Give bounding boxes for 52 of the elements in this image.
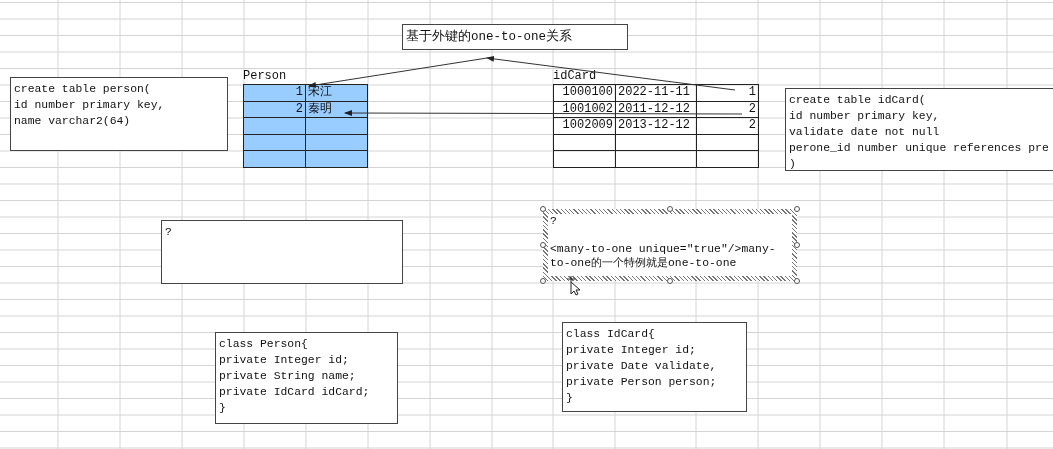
table-cell: 1002009 xyxy=(554,118,616,135)
text-line: private Integer id; xyxy=(219,353,350,368)
table-cell: 1 xyxy=(244,85,306,102)
resize-handle[interactable] xyxy=(794,206,800,212)
resize-handle[interactable] xyxy=(540,278,546,284)
title-box[interactable]: 基于外键的one-to-one关系 xyxy=(402,24,628,50)
text-line: private Person person; xyxy=(566,375,718,390)
selected-text-box[interactable]: ? <many-to-one unique="true"/>many- to-one的一个特例就是one-to-one xyxy=(543,209,797,281)
text-box[interactable]: create table idCard( id number primary key, validate date not null perone_id number unique references pre ) xyxy=(785,88,1053,171)
text-line: id number primary key, xyxy=(14,98,166,113)
text-box[interactable]: create table person( id number primary key, name varchar2(64) xyxy=(10,77,228,151)
empty-cell xyxy=(697,151,759,168)
text-line: create table idCard( xyxy=(789,93,927,108)
text-line: class Person{ xyxy=(219,337,309,352)
text-line: <many-to-one unique="true"/>many- xyxy=(550,241,777,256)
table-cell: 1000100 xyxy=(554,85,616,102)
table-caption: Person xyxy=(243,68,288,84)
resize-handle[interactable] xyxy=(794,278,800,284)
table-cell: 2013-12-12 xyxy=(616,118,697,135)
text-line: } xyxy=(219,401,227,416)
empty-cell xyxy=(697,134,759,151)
text-box[interactable]: ? xyxy=(161,220,403,284)
table-caption: idCard xyxy=(553,68,598,84)
resize-handle[interactable] xyxy=(540,242,546,248)
table-cell: 1001002 xyxy=(554,101,616,118)
table-cell: 2011-12-12 xyxy=(616,101,697,118)
text-line: private String name; xyxy=(219,369,357,384)
text-line: private Date validate, xyxy=(566,359,718,374)
text-line: validate date not null xyxy=(789,125,941,140)
text-box[interactable]: class Person{ private Integer id; private String name; private IdCard idCard; } xyxy=(215,332,398,424)
table-cell: 2 xyxy=(697,101,759,118)
text-line: private IdCard idCard; xyxy=(219,385,371,400)
cursor-icon xyxy=(566,276,582,296)
text-line: } xyxy=(566,391,574,406)
resize-handle[interactable] xyxy=(667,278,673,284)
table-cell: 1 xyxy=(697,85,759,102)
text-line: id number primary key, xyxy=(789,109,941,124)
text-line: name varchar2(64) xyxy=(14,114,132,129)
text-line: create table person( xyxy=(14,82,152,97)
text-line: perone_id number unique references pre xyxy=(789,141,1050,156)
text-line: class IdCard{ xyxy=(566,327,656,342)
text-line: private Integer id; xyxy=(566,343,697,358)
resize-handle[interactable] xyxy=(667,206,673,212)
text-line: ? xyxy=(165,225,173,240)
text-line: ) xyxy=(789,157,797,172)
table-cell: 2022-11-11 xyxy=(616,85,697,102)
table-cell: 2 xyxy=(697,118,759,135)
resize-handle[interactable] xyxy=(794,242,800,248)
text-box[interactable]: class IdCard{ private Integer id; private Date validate, private Person person; } xyxy=(562,322,747,412)
text-line: to-one的一个特例就是one-to-one xyxy=(550,256,738,271)
resize-handle[interactable] xyxy=(540,206,546,212)
text-line: ? xyxy=(550,214,558,229)
